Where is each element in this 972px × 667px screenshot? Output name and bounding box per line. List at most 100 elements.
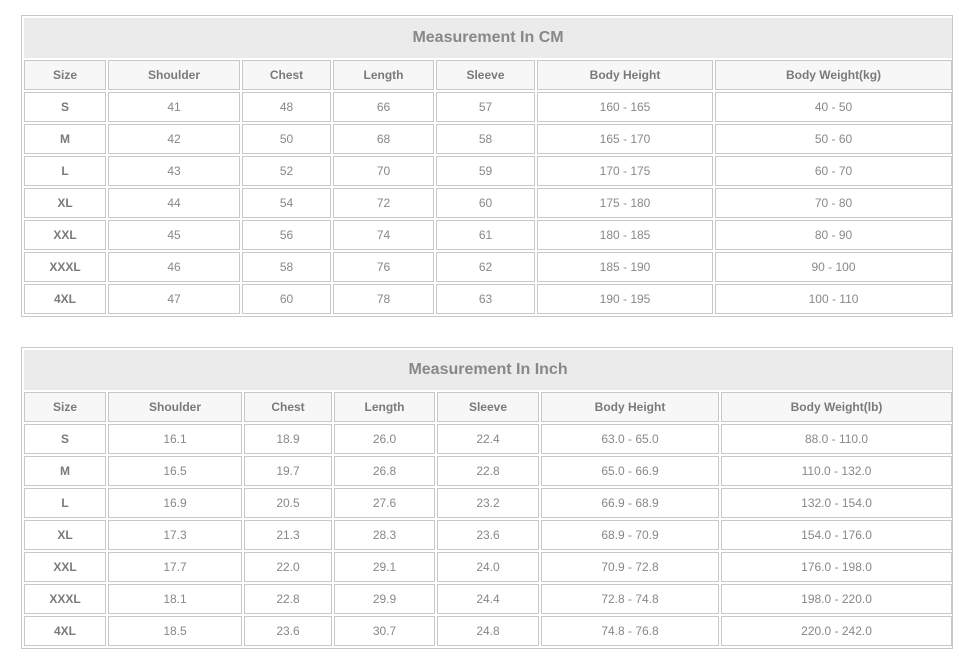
cell-chest: 21.3 — [244, 520, 332, 550]
table-row: 4XL 47 60 78 63 190 - 195 100 - 110 — [24, 284, 953, 314]
table-row: S 16.1 18.9 26.0 22.4 63.0 - 65.0 88.0 - 110.0 — [24, 424, 953, 454]
cell-sleeve: 57 — [436, 92, 535, 122]
cell-chest: 20.5 — [244, 488, 332, 518]
table-row: M 42 50 68 58 165 - 170 50 - 60 — [24, 124, 953, 154]
cell-shoulder: 42 — [108, 124, 240, 154]
cell-sleeve: 22.8 — [437, 456, 539, 486]
cell-length: 68 — [333, 124, 434, 154]
cell-length: 66 — [333, 92, 434, 122]
cell-body-height: 170 - 175 — [537, 156, 713, 186]
table-row: M 16.5 19.7 26.8 22.8 65.0 - 66.9 110.0 - 132.… — [24, 456, 953, 486]
cell-body-height: 160 - 165 — [537, 92, 713, 122]
table-title: Measurement In CM — [24, 18, 953, 58]
cell-body-weight: 60 - 70 — [715, 156, 953, 186]
table-row: XXL 45 56 74 61 180 - 185 80 - 90 — [24, 220, 953, 250]
cell-sleeve: 61 — [436, 220, 535, 250]
cell-shoulder: 44 — [108, 188, 240, 218]
header-sleeve: Sleeve — [436, 60, 535, 90]
cell-shoulder: 16.9 — [108, 488, 242, 518]
size-chart-inch: Measurement In Inch Size Shoulder Chest … — [21, 347, 953, 649]
cell-length: 29.9 — [334, 584, 435, 614]
cell-body-height: 66.9 - 68.9 — [541, 488, 719, 518]
cell-shoulder: 45 — [108, 220, 240, 250]
cell-sleeve: 62 — [436, 252, 535, 282]
cell-body-weight: 40 - 50 — [715, 92, 953, 122]
cell-size: XL — [24, 520, 106, 550]
cell-shoulder: 18.5 — [108, 616, 242, 646]
header-chest: Chest — [244, 392, 332, 422]
cell-sleeve: 22.4 — [437, 424, 539, 454]
cell-shoulder: 47 — [108, 284, 240, 314]
header-body-height: Body Height — [541, 392, 719, 422]
table-row: L 16.9 20.5 27.6 23.2 66.9 - 68.9 132.0 - 154.… — [24, 488, 953, 518]
cell-length: 27.6 — [334, 488, 435, 518]
cell-chest: 23.6 — [244, 616, 332, 646]
table-title: Measurement In Inch — [24, 350, 953, 390]
cell-body-weight: 88.0 - 110.0 — [721, 424, 953, 454]
table-row: 4XL 18.5 23.6 30.7 24.8 74.8 - 76.8 220.0 - 24… — [24, 616, 953, 646]
size-table-inch: Measurement In Inch Size Shoulder Chest … — [22, 348, 954, 648]
cell-chest: 52 — [242, 156, 331, 186]
cell-size: XXL — [24, 220, 106, 250]
cell-body-weight: 154.0 - 176.0 — [721, 520, 953, 550]
cell-size: L — [24, 488, 106, 518]
table-row: L 43 52 70 59 170 - 175 60 - 70 — [24, 156, 953, 186]
cell-shoulder: 46 — [108, 252, 240, 282]
cell-length: 70 — [333, 156, 434, 186]
cell-body-weight: 220.0 - 242.0 — [721, 616, 953, 646]
cell-length: 76 — [333, 252, 434, 282]
cell-length: 72 — [333, 188, 434, 218]
cell-shoulder: 18.1 — [108, 584, 242, 614]
cell-shoulder: 43 — [108, 156, 240, 186]
cell-body-height: 175 - 180 — [537, 188, 713, 218]
cell-size: S — [24, 92, 106, 122]
cell-body-weight: 132.0 - 154.0 — [721, 488, 953, 518]
cell-chest: 22.0 — [244, 552, 332, 582]
cell-shoulder: 16.1 — [108, 424, 242, 454]
cell-size: M — [24, 124, 106, 154]
cell-size: XL — [24, 188, 106, 218]
table-row: XXL 17.7 22.0 29.1 24.0 70.9 - 72.8 176.0 - 19… — [24, 552, 953, 582]
header-body-height: Body Height — [537, 60, 713, 90]
cell-body-height: 70.9 - 72.8 — [541, 552, 719, 582]
header-length: Length — [334, 392, 435, 422]
cell-body-height: 72.8 - 74.8 — [541, 584, 719, 614]
size-chart-cm: Measurement In CM Size Shoulder Chest Le… — [21, 15, 953, 317]
cell-sleeve: 60 — [436, 188, 535, 218]
cell-body-height: 185 - 190 — [537, 252, 713, 282]
cell-length: 28.3 — [334, 520, 435, 550]
cell-sleeve: 24.0 — [437, 552, 539, 582]
cell-sleeve: 23.6 — [437, 520, 539, 550]
cell-body-weight: 198.0 - 220.0 — [721, 584, 953, 614]
header-shoulder: Shoulder — [108, 392, 242, 422]
cell-length: 74 — [333, 220, 434, 250]
cell-chest: 18.9 — [244, 424, 332, 454]
cell-chest: 60 — [242, 284, 331, 314]
header-row: Size Shoulder Chest Length Sleeve Body H… — [24, 392, 953, 422]
cell-chest: 54 — [242, 188, 331, 218]
table-row: XL 17.3 21.3 28.3 23.6 68.9 - 70.9 154.0 - 176… — [24, 520, 953, 550]
table-row: S 41 48 66 57 160 - 165 40 - 50 — [24, 92, 953, 122]
cell-body-weight: 90 - 100 — [715, 252, 953, 282]
cell-shoulder: 17.7 — [108, 552, 242, 582]
table-row: XL 44 54 72 60 175 - 180 70 - 80 — [24, 188, 953, 218]
cell-length: 30.7 — [334, 616, 435, 646]
cell-chest: 48 — [242, 92, 331, 122]
cell-length: 26.0 — [334, 424, 435, 454]
cell-shoulder: 41 — [108, 92, 240, 122]
cell-body-height: 65.0 - 66.9 — [541, 456, 719, 486]
cell-sleeve: 24.4 — [437, 584, 539, 614]
cell-sleeve: 58 — [436, 124, 535, 154]
cell-chest: 19.7 — [244, 456, 332, 486]
table-row: XXXL 18.1 22.8 29.9 24.4 72.8 - 74.8 198.0 - 2… — [24, 584, 953, 614]
header-row: Size Shoulder Chest Length Sleeve Body H… — [24, 60, 953, 90]
cell-sleeve: 24.8 — [437, 616, 539, 646]
header-size: Size — [24, 60, 106, 90]
cell-length: 26.8 — [334, 456, 435, 486]
cell-body-height: 68.9 - 70.9 — [541, 520, 719, 550]
cell-body-height: 165 - 170 — [537, 124, 713, 154]
cell-body-height: 63.0 - 65.0 — [541, 424, 719, 454]
cell-body-weight: 80 - 90 — [715, 220, 953, 250]
cell-shoulder: 17.3 — [108, 520, 242, 550]
cell-chest: 22.8 — [244, 584, 332, 614]
